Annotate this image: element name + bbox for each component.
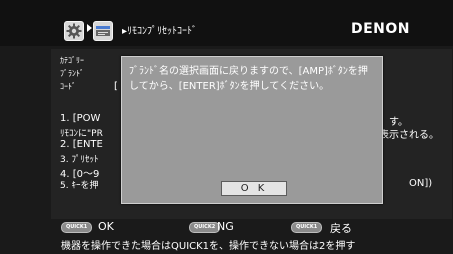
instruction-step-2: 2. [ENTE xyxy=(60,139,103,150)
instruction-note-tail: 表示される。 xyxy=(379,130,439,141)
footer-help-text: 機器を操作できた場合はQUICK1を、操作できない場合は2を押す xyxy=(61,241,356,252)
ok-button[interactable]: O K xyxy=(221,181,287,196)
instruction-note: ﾘﾓｺﾝに"PR xyxy=(60,129,103,139)
dialog-message: ﾌﾞﾗﾝﾄﾞ名の選択画面に戻りますので、[AMP]ﾎﾞﾀﾝを押してから、[ENT… xyxy=(129,66,368,92)
confirmation-dialog: ﾌﾞﾗﾝﾄﾞ名の選択画面に戻りますので、[AMP]ﾎﾞﾀﾝを押してから、[ENT… xyxy=(121,56,383,204)
gear-icon xyxy=(64,21,84,41)
code-value-bracket: [ xyxy=(114,81,118,92)
quick1-ok-label: OK xyxy=(98,220,114,233)
brand-label: ﾌﾞﾗﾝﾄﾞ xyxy=(60,69,84,78)
quick2-ng-label: NG xyxy=(217,220,234,233)
page-title: ▸ﾘﾓｺﾝﾌﾟﾘｾｯﾄｺｰﾄﾞ xyxy=(122,26,198,37)
instruction-step-1: 1. [POW xyxy=(60,113,101,124)
category-label: ｶﾃｺﾞﾘｰ xyxy=(60,56,84,65)
brand-logo: DENON xyxy=(351,21,411,37)
instruction-step-5-tail: ON]) xyxy=(409,178,433,189)
breadcrumb-arrow-icon xyxy=(87,24,92,32)
screen: ▸ﾘﾓｺﾝﾌﾟﾘｾｯﾄｺｰﾄﾞ DENON ｶﾃｺﾞﾘｰ ﾌﾞﾗﾝﾄﾞ ｺｰﾄﾞ… xyxy=(0,0,453,254)
instruction-step-5: 5. ｷｰを押 xyxy=(60,181,99,191)
code-label: ｺｰﾄﾞ xyxy=(60,82,76,91)
footer-bar: QUICK1 OK QUICK2 NG QUICK1 戻る 機器を操作できた場合… xyxy=(51,220,452,254)
quick1-back-badge: QUICK1 xyxy=(291,222,323,233)
quick2-badge: QUICK2 xyxy=(189,222,221,233)
instruction-step-3: 3. ﾌﾟﾘｾｯﾄ xyxy=(60,155,99,165)
setup-menu-icon xyxy=(93,21,113,41)
back-label: 戻る xyxy=(330,222,352,235)
header-bar: ▸ﾘﾓｺﾝﾌﾟﾘｾｯﾄｺｰﾄﾞ DENON xyxy=(0,0,453,46)
quick1-badge: QUICK1 xyxy=(61,222,93,233)
